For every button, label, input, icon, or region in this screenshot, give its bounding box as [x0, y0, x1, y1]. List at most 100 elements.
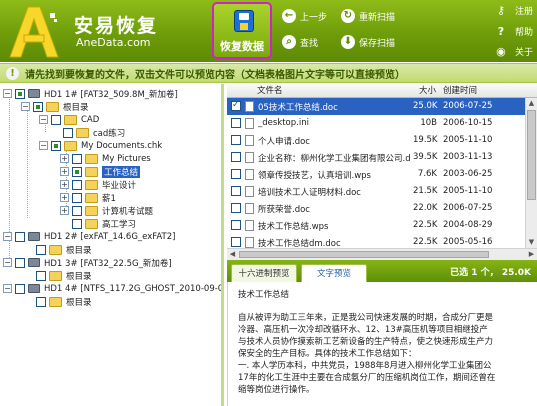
tree-node-xin1[interactable]: + 薪1 — [60, 191, 116, 204]
tree-checkbox[interactable] — [72, 192, 82, 203]
document-icon — [245, 186, 254, 197]
file-row[interactable]: 所获荣誉.doc 22.0K 2006-07-25 — [227, 200, 525, 217]
file-row[interactable]: 企业名称：柳州化学工业集团有限公司.doc 39.5K 2003-11-13 — [227, 149, 525, 166]
tree-node-root-3[interactable]: 根目录 — [36, 269, 92, 282]
tree-checkbox[interactable] — [15, 283, 25, 294]
column-header-size[interactable]: 大小 — [419, 85, 436, 97]
tree-checkbox[interactable] — [72, 153, 82, 164]
file-checkbox[interactable] — [231, 100, 241, 111]
file-checkbox[interactable] — [231, 135, 241, 145]
file-row[interactable]: _desktop.ini 10B 2006-10-15 — [227, 115, 525, 132]
about-button[interactable]: ◉ 关于 — [495, 44, 533, 58]
file-checkbox[interactable] — [231, 220, 241, 230]
expand-icon[interactable]: + — [60, 154, 69, 163]
file-row[interactable]: 个人申请.doc 19.5K 2005-11-10 — [227, 132, 525, 149]
tree-node-root-1[interactable]: − 根目录 — [21, 100, 89, 113]
tree-checkbox[interactable] — [15, 257, 25, 268]
scroll-left-icon[interactable]: ◀ — [227, 249, 238, 260]
file-checkbox[interactable] — [231, 118, 241, 128]
tip-bar: ! 请先找到要恢复的文件，双击文件可以预览内容（文档表格图片文字等可以直接预览） — [0, 63, 537, 83]
vertical-scrollbar[interactable]: ▲ ▼ — [525, 98, 537, 248]
horizontal-scrollbar[interactable]: ◀ ▶ — [227, 248, 537, 260]
file-list[interactable]: 文件名 大小 创建时间 05技术工作总结.doc 25.0K 2006-07-2… — [227, 84, 537, 260]
recover-data-button[interactable]: 恢复数据 — [212, 2, 272, 59]
file-row[interactable]: 领章传授技艺，认真培训.wps 7.6K 2003-06-25 — [227, 166, 525, 183]
scroll-up-icon[interactable]: ▲ — [526, 98, 537, 109]
tree-node-computer-exam[interactable]: + 计算机考试题 — [60, 204, 153, 217]
collapse-icon[interactable]: − — [3, 284, 12, 293]
tree-node-root-4[interactable]: 根目录 — [36, 295, 92, 308]
expand-icon[interactable]: + — [60, 206, 69, 215]
collapse-icon[interactable]: − — [3, 89, 12, 98]
tree-checkbox[interactable] — [72, 218, 82, 229]
tree-node-hd1-1[interactable]: − HD1 1# [FAT32_509.8M_新加卷] — [3, 87, 178, 100]
collapse-icon[interactable]: − — [3, 232, 12, 241]
tree-node-work-summary[interactable]: + 工作总结 — [60, 165, 141, 178]
find-button[interactable]: ⌕ 查找 — [282, 34, 318, 50]
tree-node-advanced-study[interactable]: 高工学习 — [72, 217, 136, 230]
collapse-icon[interactable]: − — [3, 258, 12, 267]
document-icon — [245, 220, 254, 231]
save-scan-button[interactable]: ⬇ 保存扫描 — [341, 34, 395, 50]
file-row[interactable]: 05技术工作总结.doc 25.0K 2006-07-25 — [227, 98, 525, 115]
tree-checkbox[interactable] — [72, 205, 82, 216]
previous-step-button[interactable]: ← 上一步 — [282, 8, 327, 24]
file-name: _desktop.ini — [258, 118, 309, 128]
file-row[interactable]: 技术工作总结.wps 22.5K 2004-08-29 — [227, 217, 525, 234]
tree-node-cad-practice[interactable]: cad练习 — [63, 126, 125, 139]
file-checkbox[interactable] — [231, 169, 241, 179]
app-url: AneData.com — [76, 36, 151, 49]
tree-node-hd1-4[interactable]: − HD1 4# [NTFS_117.2G_GHOST_2010-09-03] — [3, 282, 221, 295]
preview-document-body: 自从被评为助工三年来，正是我公司快速发展的时期，合成分厂更是 冷器、高压机一次冷… — [238, 312, 533, 396]
help-button[interactable]: ? 帮助 — [495, 24, 533, 38]
tab-text-preview[interactable]: 文字预览 — [301, 264, 367, 282]
scrollbar-thumb[interactable] — [239, 251, 489, 258]
collapse-icon[interactable]: − — [39, 115, 48, 124]
expand-icon[interactable]: + — [60, 180, 69, 189]
file-row[interactable]: 培训技术工人证明材料.doc 21.5K 2005-11-10 — [227, 183, 525, 200]
expand-icon[interactable]: + — [60, 193, 69, 202]
register-button[interactable]: ⚷ 注册 — [495, 3, 533, 17]
scrollbar-thumb[interactable] — [527, 110, 536, 200]
tree-checkbox[interactable] — [51, 114, 61, 125]
tree-node-label: 薪1 — [102, 193, 116, 204]
collapse-icon[interactable]: − — [39, 141, 48, 150]
file-row[interactable]: 技术工作总结dm.doc 22.5K 2005-05-16 — [227, 234, 525, 248]
tree-checkbox[interactable] — [72, 166, 82, 177]
tree-checkbox[interactable] — [15, 88, 25, 99]
scroll-right-icon[interactable]: ▶ — [526, 249, 537, 260]
tree-node-mypictures[interactable]: + My Pictures — [60, 152, 151, 165]
document-icon — [245, 101, 254, 112]
tree-checkbox[interactable] — [36, 270, 46, 281]
directory-tree[interactable]: − HD1 1# [FAT32_509.8M_新加卷] − 根目录 − CAD … — [0, 84, 224, 406]
tree-checkbox[interactable] — [15, 231, 25, 242]
tree-checkbox[interactable] — [51, 140, 61, 151]
text-preview-panel[interactable]: 技术工作总结 自从被评为助工三年来，正是我公司快速发展的时期，合成分厂更是 冷器… — [227, 282, 537, 406]
tab-hex-preview[interactable]: 十六进制预览 — [231, 264, 297, 282]
tree-node-label: 高工学习 — [102, 219, 137, 230]
column-header-name[interactable]: 文件名 — [257, 85, 283, 97]
tree-checkbox[interactable] — [72, 179, 82, 190]
rescan-button[interactable]: ↻ 重新扫描 — [341, 8, 395, 24]
tree-node-graduation[interactable]: + 毕业设计 — [60, 178, 136, 191]
column-header-created[interactable]: 创建时间 — [443, 85, 477, 97]
file-date: 2005-11-10 — [443, 135, 493, 145]
tree-checkbox[interactable] — [63, 127, 73, 138]
tree-node-cad[interactable]: − CAD — [39, 113, 99, 126]
tree-node-mydocs[interactable]: − My Documents.chk — [39, 139, 162, 152]
expand-icon[interactable]: + — [60, 167, 69, 176]
tree-node-root-2[interactable]: 根目录 — [36, 243, 92, 256]
scroll-down-icon[interactable]: ▼ — [526, 237, 537, 248]
tree-checkbox[interactable] — [36, 296, 46, 307]
collapse-icon[interactable]: − — [21, 102, 30, 111]
file-checkbox[interactable] — [231, 203, 241, 213]
file-checkbox[interactable] — [231, 237, 241, 247]
preview-line: 冷器、高压机一次冷却改循环水、12、13#高压机等项目相继投产 — [238, 325, 488, 335]
tree-node-hd1-2[interactable]: − HD1 2# [exFAT_14.6G_exFAT2] — [3, 230, 175, 243]
tree-checkbox[interactable] — [36, 244, 46, 255]
tree-node-hd1-3[interactable]: − HD1 3# [FAT32_22.5G_新加卷] — [3, 256, 172, 269]
tree-checkbox[interactable] — [33, 101, 43, 112]
file-checkbox[interactable] — [231, 152, 241, 162]
tree-node-label: 根目录 — [66, 271, 92, 282]
file-checkbox[interactable] — [231, 186, 241, 196]
